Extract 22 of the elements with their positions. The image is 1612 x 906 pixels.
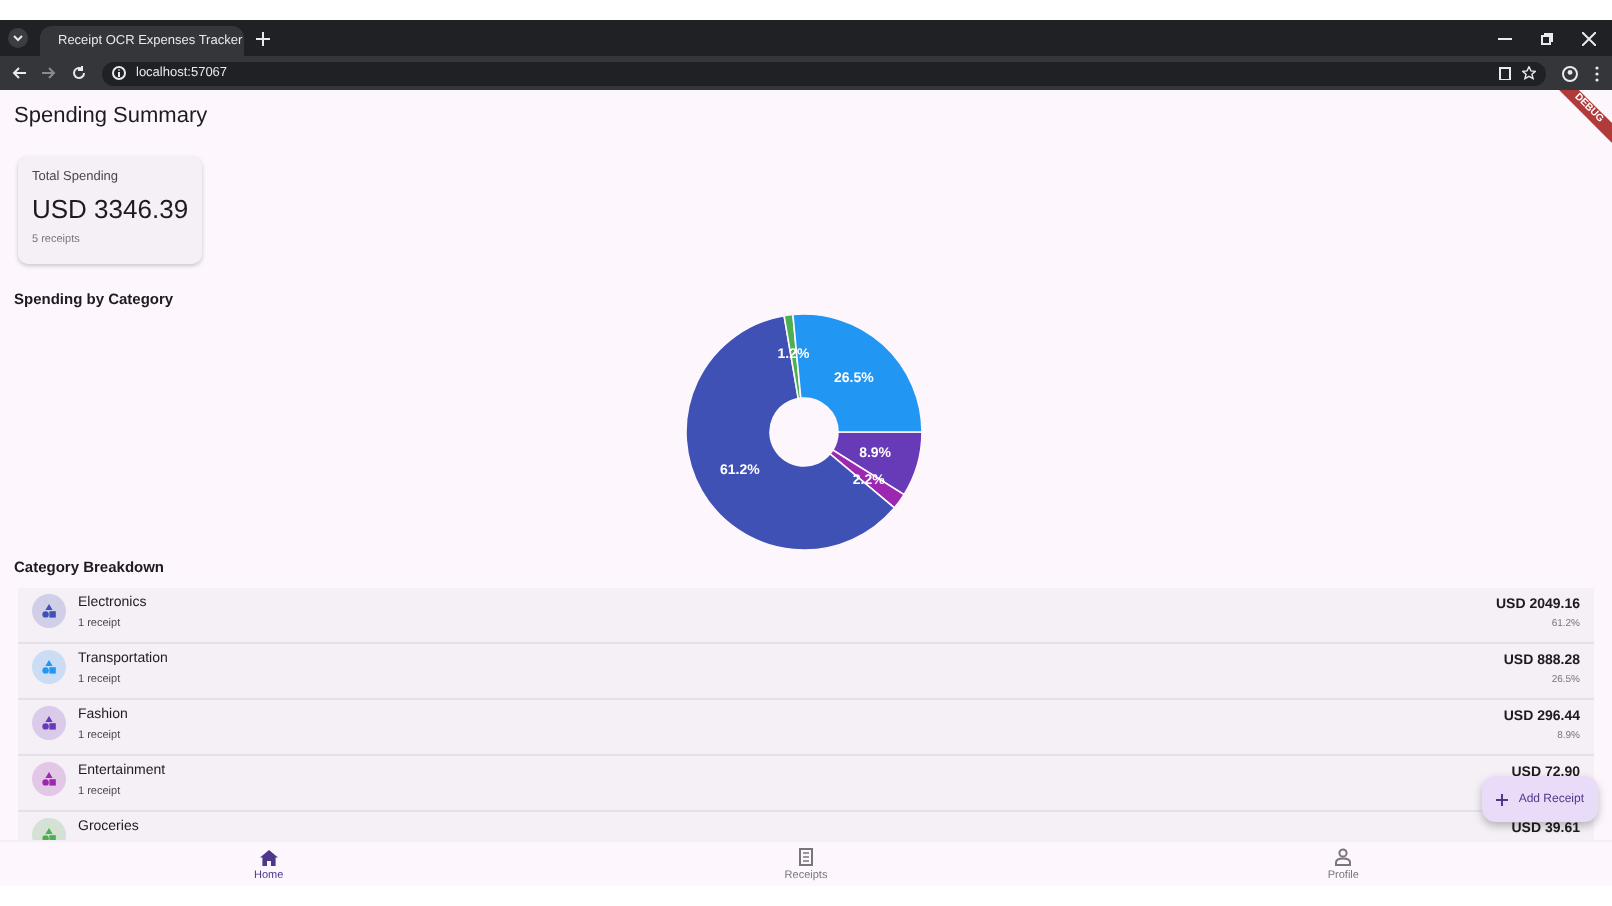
star-icon[interactable] (1522, 66, 1536, 80)
category-icon (42, 604, 56, 618)
total-amount: USD 3346.39 (32, 194, 189, 224)
category-icon (42, 716, 56, 730)
reload-icon[interactable] (72, 66, 86, 80)
category-icon (42, 828, 56, 840)
restore-icon[interactable] (1540, 31, 1554, 45)
forward-icon[interactable] (42, 66, 56, 80)
profile-icon[interactable] (1562, 65, 1578, 81)
back-icon[interactable] (12, 66, 26, 80)
category-icon (42, 660, 56, 674)
home-icon (259, 849, 278, 865)
close-icon[interactable] (1582, 31, 1596, 45)
new-tab-icon[interactable] (256, 31, 270, 45)
tab-list-icon[interactable] (8, 28, 28, 48)
more-icon[interactable] (1594, 65, 1600, 81)
info-icon[interactable] (112, 66, 126, 80)
plus-icon (1496, 793, 1509, 805)
receipt-icon (798, 848, 814, 866)
person-icon (1334, 848, 1353, 866)
category-icon (42, 772, 56, 786)
clipboard-icon[interactable] (1498, 66, 1512, 80)
